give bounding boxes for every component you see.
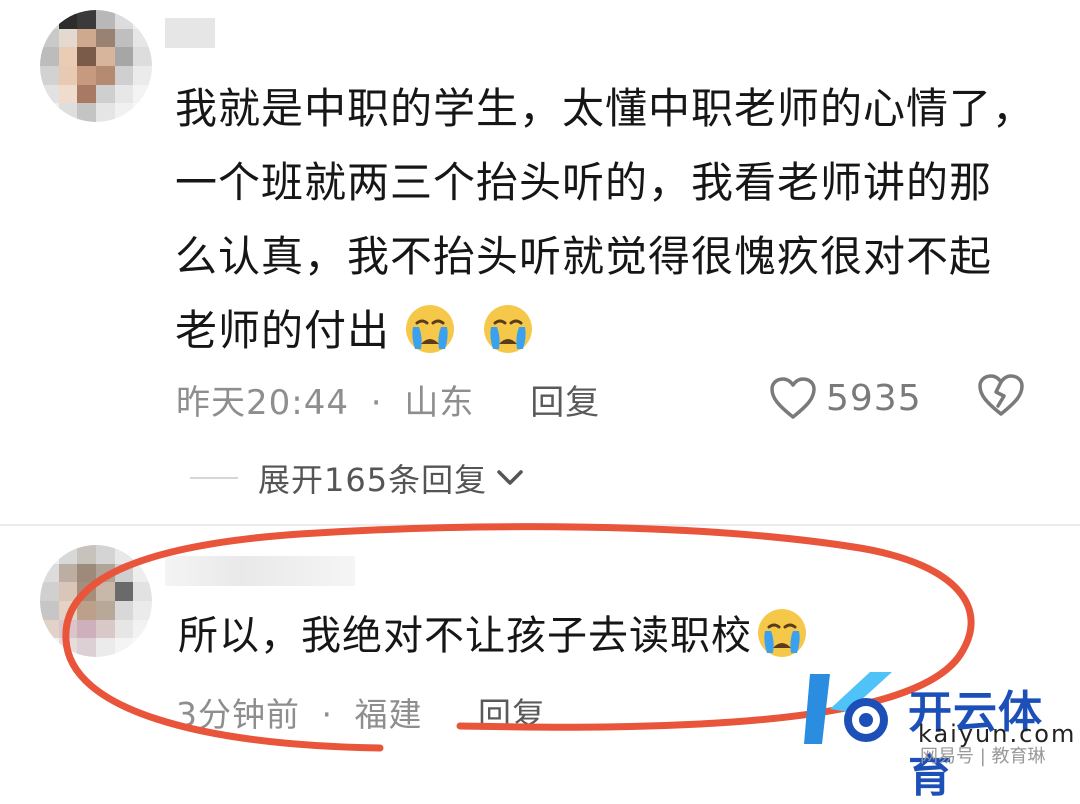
expand-replies-label: 展开165条回复 [258, 461, 488, 499]
avatar[interactable] [40, 10, 152, 122]
comment-line-last: 老师的付出 [175, 294, 1055, 368]
comment-text-content: 所以，我绝对不让孩子去读职校 [178, 613, 752, 659]
like-button[interactable]: 5935 [768, 370, 922, 426]
username-blurred[interactable] [165, 18, 215, 48]
reply-button[interactable]: 回复 [478, 695, 546, 734]
comment-text: 所以，我绝对不让孩子去读职校 [178, 606, 808, 666]
broken-heart-icon[interactable] [976, 372, 1026, 418]
crying-face-icon [406, 305, 455, 353]
comment-line: 么认真，我不抬头听就觉得很愧疚很对不起 [175, 232, 993, 281]
divider [0, 524, 1080, 526]
username-blurred[interactable] [165, 556, 355, 586]
comment-time: 3分钟前 [176, 695, 300, 734]
kaiyun-logo-icon [804, 672, 892, 744]
expand-divider-line [190, 477, 238, 479]
comment-location: 福建 [354, 695, 423, 734]
comment-time: 昨天20:44 [176, 383, 349, 423]
comment-meta: 昨天20:44 · 山东 回复 [176, 375, 600, 424]
avatar[interactable] [40, 545, 152, 657]
meta-separator: · [370, 383, 383, 423]
comment-line-text: 老师的付出 [175, 306, 391, 355]
meta-separator: · [321, 695, 333, 734]
crying-face-icon [484, 305, 533, 353]
heart-icon [770, 377, 816, 419]
crying-face-icon [758, 609, 806, 657]
chevron-down-icon [497, 470, 523, 485]
comment-location: 山东 [404, 383, 475, 423]
expand-replies-button[interactable]: 展开165条回复 [190, 455, 525, 501]
like-count: 5935 [826, 377, 922, 419]
watermark-source: 网易号 | 教育琳 [920, 746, 1046, 767]
comment-text: 我就是中职的学生，太懂中职老师的心情了， 一个班就两三个抬头听的，我看老师讲的那… [175, 72, 1055, 368]
comment-meta: 3分钟前 · 福建 回复 [176, 688, 546, 736]
comment-line: 一个班就两三个抬头听的，我看老师讲的那 [175, 158, 993, 207]
reply-button[interactable]: 回复 [530, 383, 600, 423]
comment-line: 我就是中职的学生，太懂中职老师的心情了， [175, 84, 1036, 133]
